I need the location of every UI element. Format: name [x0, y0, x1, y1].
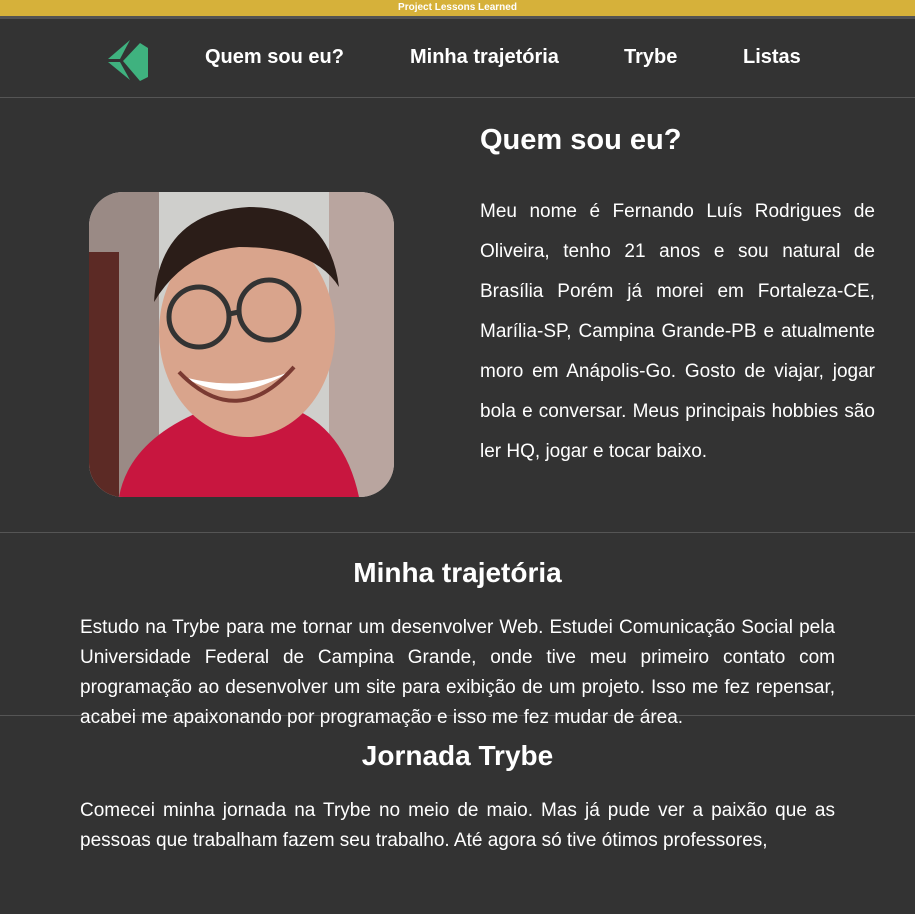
journey-section: Jornada Trybe Comecei minha jornada na T… — [0, 716, 915, 878]
trajectory-title: Minha trajetória — [353, 557, 562, 588]
about-title: Quem sou eu? — [480, 124, 682, 156]
nav-link-minha-trajetoria[interactable]: Minha trajetória — [410, 46, 559, 69]
project-banner: Project Lessons Learned — [0, 0, 915, 16]
trybe-logo-icon[interactable] — [106, 37, 150, 83]
journey-title: Jornada Trybe — [361, 740, 554, 771]
about-section: Quem sou eu? Meu nome é Fernando Luís Ro… — [0, 98, 915, 533]
top-nav: Quem sou eu? Minha trajetória Trybe List… — [0, 16, 915, 98]
nav-link-listas[interactable]: Listas — [743, 46, 801, 69]
trajectory-text: Estudo na Trybe para me tornar um desenv… — [80, 617, 835, 728]
trajectory-section: Minha trajetória Estudo na Trybe para me… — [0, 533, 915, 728]
nav-link-trybe[interactable]: Trybe — [624, 46, 677, 69]
journey-text: Comecei minha jornada na Trybe no meio d… — [80, 800, 835, 851]
profile-photo — [89, 192, 394, 497]
about-text: Meu nome é Fernando Luís Rodrigues de Ol… — [480, 201, 875, 462]
nav-link-quem-sou-eu[interactable]: Quem sou eu? — [205, 46, 344, 69]
